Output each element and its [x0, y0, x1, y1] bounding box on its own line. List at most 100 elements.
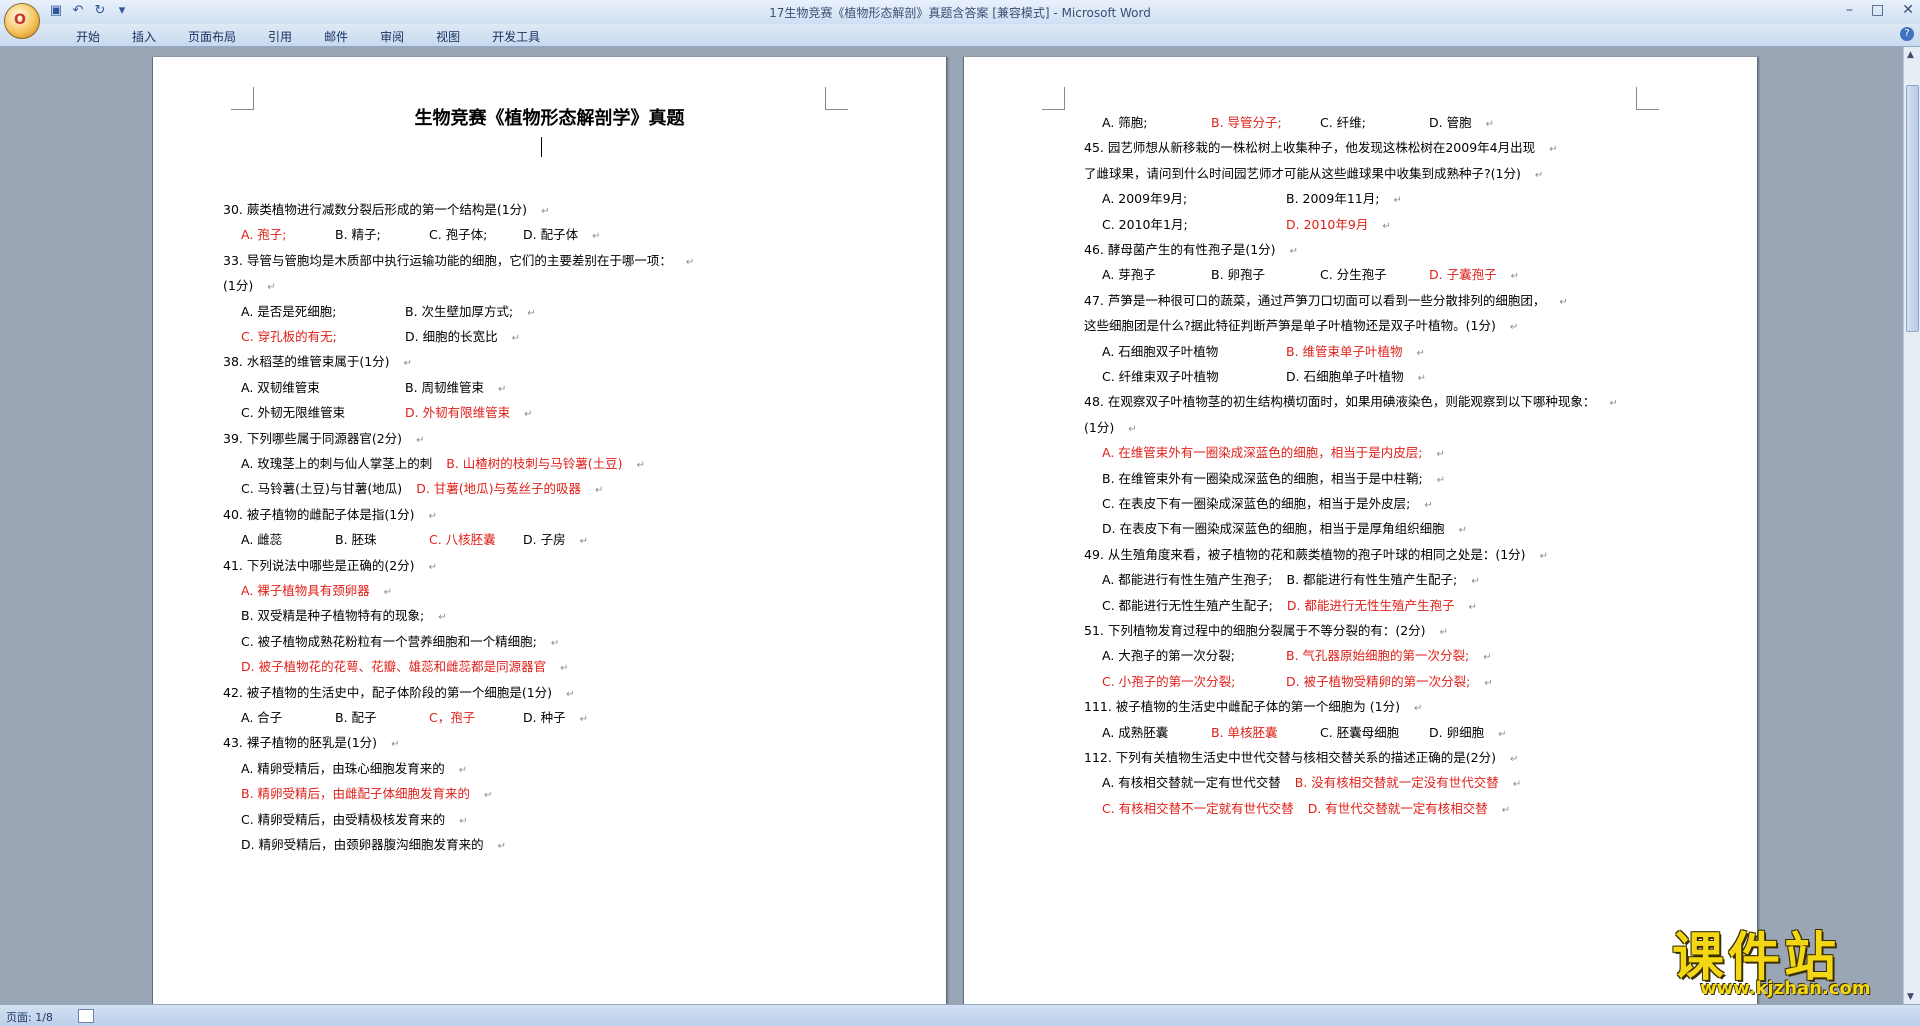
scroll-up-icon[interactable]: ▲	[1907, 50, 1914, 60]
text-line: 了雌球果，请问到什么时间园艺师才可能从这些雌球果中收集到成熟种子?(1分) ↵	[1084, 166, 1543, 184]
question-text: B. 次生壁加厚方式;	[405, 303, 514, 319]
paragraph-mark-icon: ↵	[1539, 550, 1548, 562]
text-line: A. 精卵受精后，由珠心细胞发育来的 ↵	[241, 761, 467, 779]
text-line: (1分) ↵	[1084, 420, 1137, 438]
vertical-scrollbar[interactable]: ▲ ▼	[1903, 47, 1920, 1005]
question-text: C. 被子植物成熟花粉粒有一个营养细胞和一个精细胞;	[241, 633, 537, 649]
question-text: A. 都能进行有性生殖产生孢子;	[1102, 572, 1273, 588]
text-line: A. 成熟胚囊 B. 单核胚囊 C. 胚囊母细胞 D. 卵细胞 ↵	[1102, 725, 1506, 743]
question-text: B. 胚珠	[335, 532, 377, 548]
text-line: A. 有核相交替就一定有世代交替 B. 没有核相交替就一定没有世代交替 ↵	[1102, 775, 1521, 793]
paragraph-mark-icon: ↵	[541, 206, 550, 217]
maximize-button[interactable]: □	[1871, 2, 1884, 18]
tab-page-layout[interactable]: 页面布局	[172, 28, 252, 45]
text-line: 49. 从生殖角度来看，被子植物的花和蕨类植物的孢子叶球的相同之处是：(1分) ↵	[1084, 547, 1548, 565]
paragraph-mark-icon: ↵	[1416, 347, 1425, 359]
close-button[interactable]: ✕	[1902, 2, 1914, 18]
document-page-2[interactable]: A. 筛胞; B. 导管分子; C. 纤维; D. 管胞 ↵ 45. 园艺师想从新移栽的一…	[963, 57, 1758, 1007]
answer-text: B. 气孔器原始细胞的第一次分裂;	[1286, 648, 1470, 664]
answer-text: C. 小孢子的第一次分裂;	[1102, 673, 1236, 689]
tab-references[interactable]: 引用	[252, 28, 308, 45]
text-line: 38. 水稻茎的维管束属于(1分) ↵	[223, 354, 412, 372]
text-line: 30. 蕨类植物进行减数分裂后形成的第一个结构是(1分) ↵	[223, 202, 549, 220]
paragraph-mark-icon: ↵	[1424, 500, 1433, 511]
text-line: 40. 被子植物的雌配子体是指(1分) ↵	[223, 507, 437, 525]
tab-view[interactable]: 视图	[420, 28, 476, 45]
paragraph-mark-icon: ↵	[1485, 119, 1494, 130]
question-text: C. 都能进行无性生殖产生配子;	[1102, 597, 1273, 613]
document-page-1[interactable]: 生物竞赛《植物形态解剖学》真题 30. 蕨类植物进行减数分裂后形成的第一个结构是…	[152, 57, 947, 1007]
watermark-url: www.kjzhan.com	[1700, 978, 1871, 999]
scroll-down-icon[interactable]: ▼	[1907, 992, 1914, 1002]
question-text: A. 合子	[241, 710, 283, 725]
paragraph-mark-icon: ↵	[1484, 677, 1493, 689]
page-indicator[interactable]: 页面: 1/8	[6, 1009, 53, 1025]
minimize-button[interactable]: –	[1846, 2, 1853, 18]
tab-insert[interactable]: 插入	[116, 28, 172, 45]
paragraph-mark-icon: ↵	[459, 815, 468, 827]
help-icon[interactable]: ?	[1900, 27, 1914, 41]
question-text: 48. 在观察双子叶植物茎的初生结构横切面时，如果用碘液染色，则能观察到以下哪种…	[1084, 394, 1596, 410]
office-button[interactable]: O	[4, 3, 40, 39]
paragraph-mark-icon: ↵	[1439, 627, 1448, 638]
answer-text: D. 外韧有限维管束	[405, 405, 511, 421]
question-text: 111. 被子植物的生活史中雌配子体的第一个细胞为 (1分)	[1084, 699, 1400, 715]
paragraph-mark-icon: ↵	[1471, 576, 1480, 588]
paragraph-mark-icon: ↵	[403, 358, 412, 370]
tab-home[interactable]: 开始	[60, 28, 116, 45]
text-line: A. 在维管束外有一圈染成深蓝色的细胞，相当于是内皮层; ↵	[1102, 445, 1445, 463]
question-text: 45. 园艺师想从新移栽的一株松树上收集种子，他发现这株松树在2009年4月出现	[1084, 140, 1536, 156]
text-line: D. 被子植物花的花萼、花瓣、雄蕊和雌蕊都是同源器官 ↵	[241, 659, 568, 677]
question-text: (1分)	[1084, 419, 1115, 435]
answer-text: D. 子囊孢子	[1429, 267, 1497, 283]
text-line: C. 2010年1月; D. 2010年9月 ↵	[1102, 217, 1391, 235]
paragraph-mark-icon: ↵	[428, 510, 437, 522]
paragraph-mark-icon: ↵	[484, 790, 493, 802]
question-text: 39. 下列哪些属于同源器官(2分)	[223, 430, 403, 446]
text-line: C. 在表皮下有一圈染成深蓝色的细胞，相当于是外皮层; ↵	[1102, 496, 1433, 514]
text-line: 111. 被子植物的生活史中雌配子体的第一个细胞为 (1分) ↵	[1084, 699, 1422, 717]
answer-text: C. 穿孔板的有无;	[241, 329, 337, 344]
paragraph-mark-icon: ↵	[1512, 779, 1522, 791]
question-text: A. 精卵受精后，由珠心细胞发育来的	[241, 760, 445, 776]
answer-text: D. 甘薯(地瓜)与菟丝子的吸器	[416, 481, 582, 497]
paragraph-mark-icon: ↵	[416, 434, 425, 446]
question-text: B. 2009年11月;	[1286, 191, 1380, 207]
question-text: D. 在表皮下有一圈染成深蓝色的细胞，相当于是厚角组织细胞	[1102, 521, 1445, 537]
text-line: B. 精卵受精后，由雌配子体细胞发育来的 ↵	[241, 786, 492, 804]
text-line: B. 在维管束外有一圈染成深蓝色的细胞，相当于是中柱鞘; ↵	[1102, 471, 1445, 489]
question-text: D. 配子体	[523, 227, 579, 243]
paragraph-mark-icon: ↵	[1501, 804, 1511, 816]
question-text: A. 大孢子的第一次分裂;	[1102, 648, 1235, 664]
tab-mailings[interactable]: 邮件	[308, 28, 364, 45]
scrollbar-thumb[interactable]	[1906, 85, 1919, 332]
tab-developer[interactable]: 开发工具	[476, 28, 556, 45]
text-line: C. 有核相交替不一定就有世代交替 D. 有世代交替就一定有核相交替 ↵	[1102, 801, 1510, 819]
ribbon-tabs: 开始 插入 页面布局 引用 邮件 审阅 视图 开发工具	[60, 28, 556, 45]
paragraph-mark-icon: ↵	[1468, 601, 1477, 613]
question-text: A. 石细胞双子叶植物	[1102, 343, 1219, 359]
text-line: A. 玫瑰茎上的刺与仙人掌茎上的刺 B. 山楂树的枝刺与马铃薯(土豆) ↵	[241, 456, 645, 474]
question-text: A. 玫瑰茎上的刺与仙人掌茎上的刺	[241, 456, 433, 471]
text-line: A. 石细胞双子叶植物 B. 维管束单子叶植物 ↵	[1102, 344, 1425, 362]
text-line: 41. 下列说法中哪些是正确的(2分) ↵	[223, 558, 437, 576]
text-line: C. 小孢子的第一次分裂; D. 被子植物受精卵的第一次分裂; ↵	[1102, 674, 1493, 692]
question-text: A. 2009年9月;	[1102, 191, 1188, 207]
window-title: 17生物竞赛《植物形态解剖》真题含答案 [兼容模式] - Microsoft W…	[769, 6, 1151, 20]
question-text: 30. 蕨类植物进行减数分裂后形成的第一个结构是(1分)	[223, 202, 528, 217]
answer-text: D. 被子植物花的花萼、花瓣、雄蕊和雌蕊都是同源器官	[241, 659, 547, 675]
paragraph-mark-icon: ↵	[1559, 296, 1568, 308]
question-text: 112. 下列有关植物生活史中世代交替与核相交替关系的描述正确的是(2分)	[1084, 750, 1497, 765]
text-line: 46. 酵母菌产生的有性孢子是(1分) ↵	[1084, 242, 1298, 260]
tab-review[interactable]: 审阅	[364, 28, 420, 45]
question-text: C. 在表皮下有一圈染成深蓝色的细胞，相当于是外皮层;	[1102, 496, 1411, 511]
answer-text: B. 山楂树的枝刺与马铃薯(土豆)	[446, 456, 623, 471]
question-text: A. 芽孢子	[1102, 267, 1156, 283]
text-line: B. 双受精是种子植物特有的现象; ↵	[241, 608, 447, 626]
question-text: C. 纤维束双子叶植物	[1102, 369, 1219, 384]
answer-text: C，孢子	[429, 710, 476, 725]
proofing-icon[interactable]	[78, 1009, 94, 1023]
question-text: A. 成熟胚囊	[1102, 724, 1169, 740]
question-text: C. 分生孢子	[1320, 267, 1387, 283]
question-text: C. 胚囊母细胞	[1320, 724, 1400, 740]
